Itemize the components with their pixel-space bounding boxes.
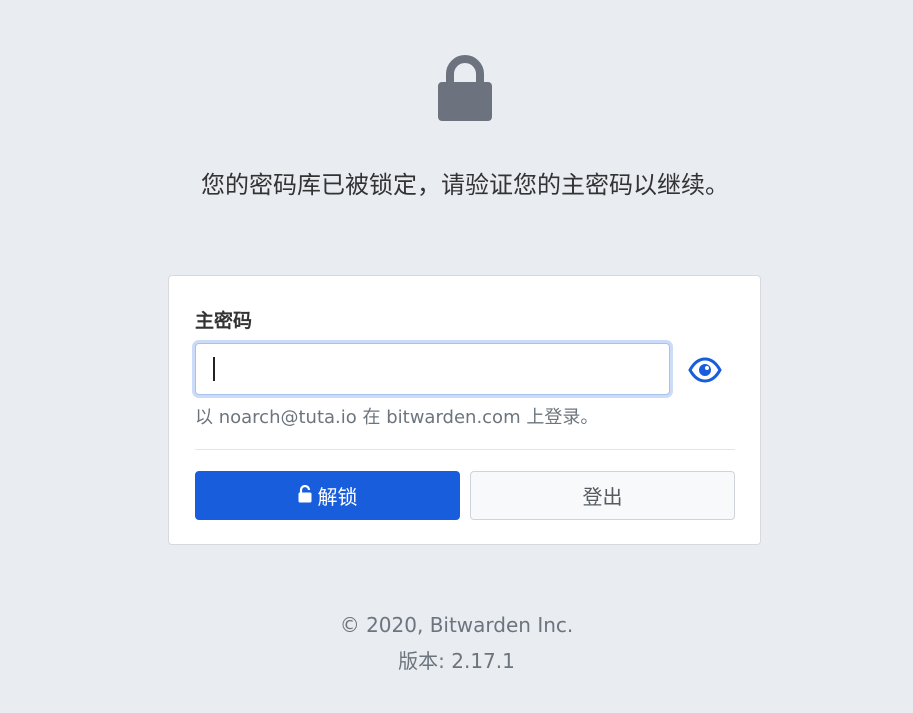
logout-button-label: 登出	[582, 485, 623, 509]
lock-icon	[437, 54, 493, 122]
logged-in-hint: 以 noarch@tuta.io 在 bitwarden.com 上登录。	[195, 407, 599, 428]
unlock-card: 主密码 以 noarch@tuta.io 在 bitwarden.com 上登录…	[168, 275, 761, 545]
locked-message: 您的密码库已被锁定，请验证您的主密码以继续。	[201, 171, 729, 199]
divider	[195, 449, 735, 450]
eye-icon[interactable]	[687, 356, 723, 384]
unlock-button[interactable]: 解锁	[195, 471, 460, 520]
unlock-button-label: 解锁	[317, 485, 358, 509]
text-caret	[213, 357, 215, 381]
unlock-icon	[298, 484, 312, 508]
version-text: 版本: 2.17.1	[398, 649, 515, 673]
master-password-input[interactable]	[195, 343, 670, 395]
master-password-label: 主密码	[195, 310, 253, 332]
logout-button[interactable]: 登出	[470, 471, 735, 520]
copyright-text: © 2020, Bitwarden Inc.	[339, 613, 574, 637]
